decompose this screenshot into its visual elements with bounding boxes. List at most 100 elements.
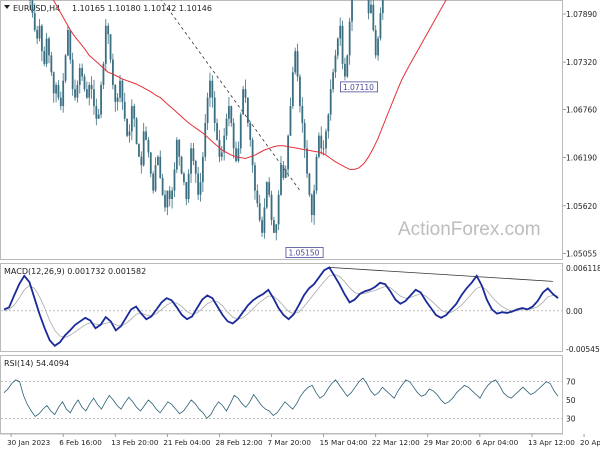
candle-body — [372, 5, 374, 30]
candles-group — [3, 0, 559, 240]
candle-body — [162, 178, 164, 195]
chart-canvas: EURUSD,H4 1.10165 1.10180 1.10142 1.1014… — [0, 0, 600, 450]
candle-body — [349, 22, 351, 56]
candle-body — [228, 106, 230, 119]
candle-body — [140, 157, 142, 165]
candle-body — [95, 106, 97, 119]
candle-body — [183, 174, 185, 182]
price-tick-label: 1.06190 — [566, 154, 597, 163]
watermark-logo: ActionForex.com — [398, 219, 541, 240]
candle-body — [88, 85, 90, 98]
candle-body — [72, 60, 74, 90]
candle-body — [67, 30, 69, 55]
candle-body — [58, 85, 60, 98]
candle-body — [235, 148, 237, 161]
macd-label: MACD(12,26,9) 0.001732 0.001582 — [4, 267, 146, 276]
candle-body — [188, 174, 190, 199]
candle-body — [171, 191, 173, 199]
candle-body — [48, 38, 50, 55]
candle-body — [164, 195, 166, 208]
candle-body — [223, 136, 225, 153]
candle-body — [368, 0, 370, 13]
candle-body — [335, 55, 337, 72]
candle-body — [344, 64, 346, 77]
candle-body — [323, 148, 325, 149]
candle-body — [169, 191, 171, 199]
instrument-label: EURUSD,H4 — [13, 4, 60, 13]
candle-body — [282, 165, 284, 178]
candle-body — [174, 169, 176, 190]
candle-body — [332, 72, 334, 89]
candle-body — [32, 0, 34, 13]
candle-body — [138, 144, 140, 157]
candle-body — [301, 106, 303, 123]
candle-body — [202, 157, 204, 182]
candle-body — [325, 131, 327, 148]
candle-body — [268, 182, 270, 195]
candle-body — [254, 165, 256, 190]
candle-body — [178, 140, 180, 157]
candle-body — [261, 220, 263, 233]
macd-lines-group — [4, 267, 558, 345]
time-tick-label: 30 Jan 2023 — [7, 438, 50, 447]
candle-body — [176, 140, 178, 170]
price-annotation-label: 1.07110 — [343, 83, 374, 92]
macd-axis: 0.0061180.00-0.005458 — [566, 264, 600, 354]
candle-body — [211, 81, 213, 98]
candle-body — [60, 98, 62, 106]
rsi-tick-label: 30 — [566, 414, 576, 423]
candle-body — [114, 85, 116, 102]
candle-body — [351, 0, 353, 22]
price-trendline — [23, 0, 300, 191]
candle-body — [159, 157, 161, 178]
time-tick-label: 22 Mar 12:00 — [372, 438, 420, 447]
price-tick-label: 1.06760 — [566, 105, 597, 114]
candle-body — [207, 98, 209, 123]
candle-body — [330, 89, 332, 114]
macd-line — [4, 267, 558, 345]
candle-body — [126, 119, 128, 136]
rsi-panel-frame — [1, 356, 563, 434]
time-tick-label: 7 Mar 20:00 — [268, 438, 312, 447]
candle-body — [240, 115, 242, 149]
candle-body — [237, 148, 239, 161]
collapse-arrow-icon[interactable] — [4, 5, 10, 9]
candle-body — [93, 89, 95, 106]
time-tick-label: 15 Mar 04:00 — [320, 438, 368, 447]
candle-body — [342, 26, 344, 64]
candle-body — [185, 182, 187, 199]
candle-body — [145, 131, 147, 139]
candle-body — [256, 191, 258, 204]
candle-body — [195, 161, 197, 174]
rsi-lines-group — [4, 378, 558, 418]
candle-body — [55, 85, 57, 93]
candle-body — [41, 26, 43, 51]
rsi-line — [4, 378, 558, 418]
candle-body — [105, 26, 107, 64]
macd-tick-label: -0.005458 — [566, 345, 600, 354]
candle-body — [190, 148, 192, 173]
candle-body — [79, 68, 81, 85]
candle-body — [84, 77, 86, 90]
candle-body — [110, 34, 112, 59]
candle-body — [46, 38, 48, 63]
price-axis: 1.107401.101461.096001.090801.084601.078… — [563, 0, 600, 259]
candle-body — [214, 98, 216, 123]
candle-body — [273, 220, 275, 233]
candle-body — [124, 102, 126, 119]
rsi-panel: RSI(14) 54.4094 705030 — [1, 356, 576, 434]
rsi-tick-label: 70 — [566, 378, 576, 387]
candle-body — [166, 191, 168, 208]
candle-body — [69, 30, 71, 60]
candle-body — [309, 174, 311, 195]
candle-body — [53, 72, 55, 93]
candle-body — [297, 51, 299, 76]
candle-body — [316, 157, 318, 191]
candle-body — [278, 195, 280, 225]
candle-body — [143, 131, 145, 165]
price-annotation-label: 1.05150 — [288, 248, 319, 257]
candle-body — [242, 89, 244, 114]
candle-body — [39, 26, 41, 39]
candle-body — [86, 89, 88, 97]
candle-body — [375, 30, 377, 55]
